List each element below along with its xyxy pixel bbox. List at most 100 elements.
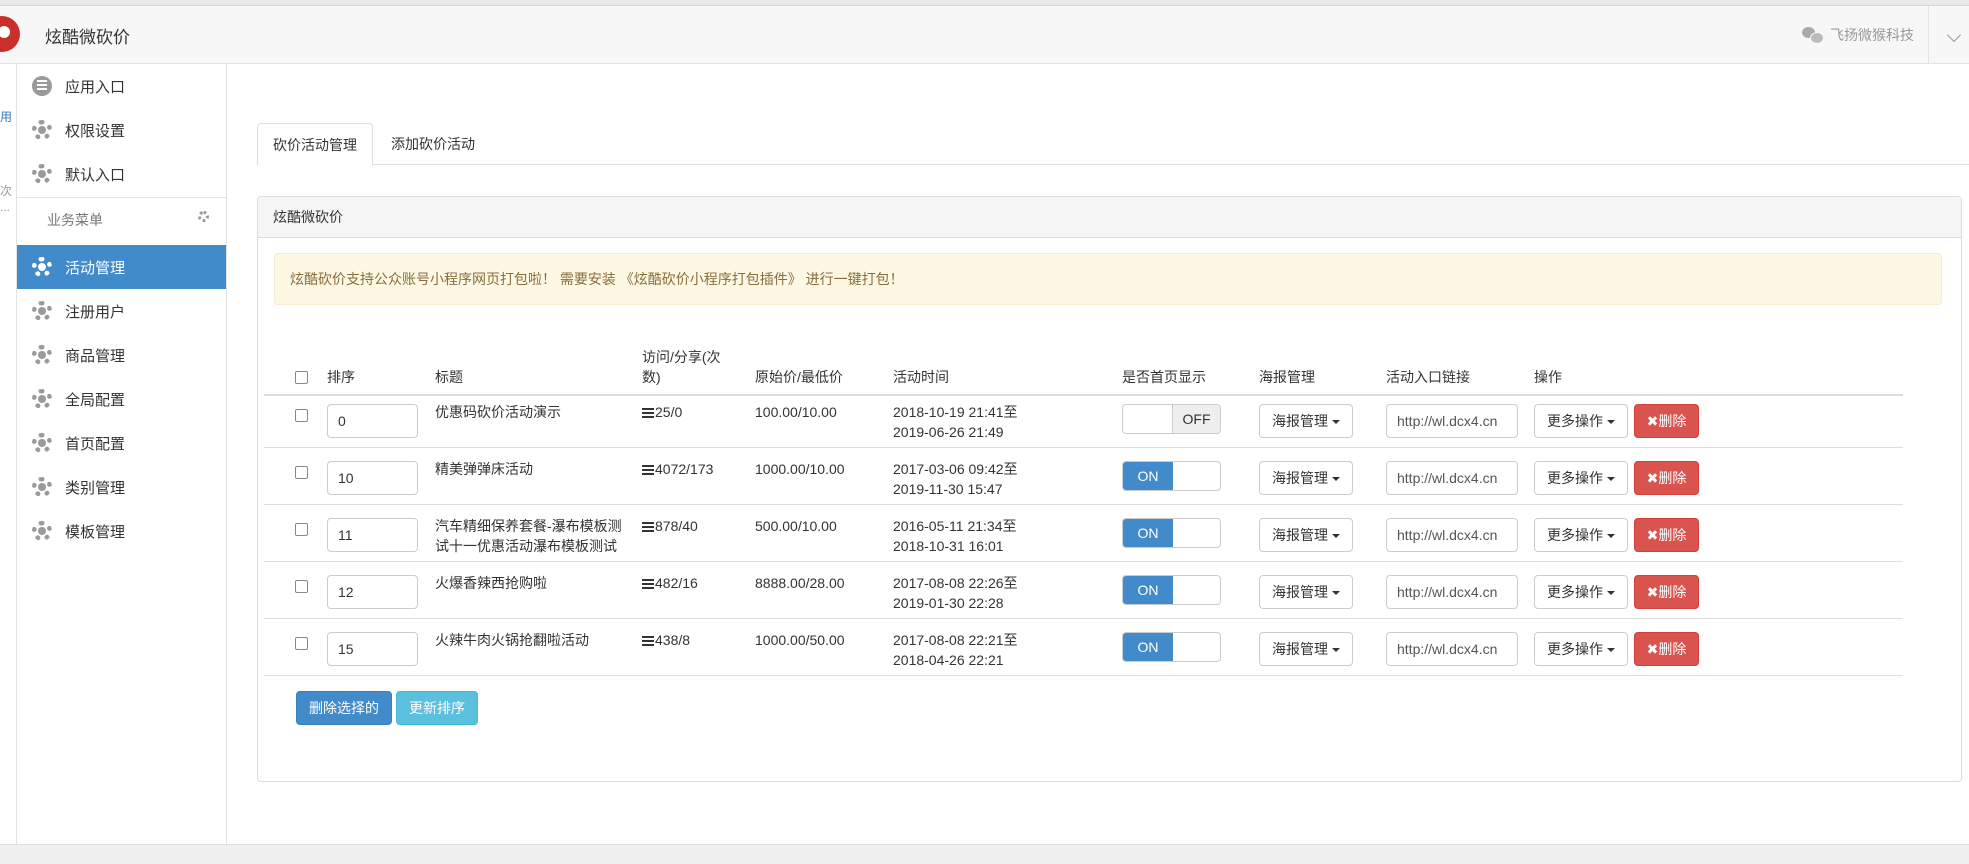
poster-label: 海报管理 <box>1272 584 1328 600</box>
delete-button[interactable]: ✖删除 <box>1634 404 1699 438</box>
col-header-homepage: 是否首页显示 <box>1122 369 1206 385</box>
sidebar-item-label: 默认入口 <box>65 166 126 184</box>
col-header-link: 活动入口链接 <box>1386 369 1470 385</box>
price-range: 1000.00/10.00 <box>755 461 845 477</box>
delete-selected-button[interactable]: 删除选择的 <box>296 691 392 725</box>
sidebar-menu-item[interactable]: 首页配置 <box>17 421 226 465</box>
gear-icon <box>32 389 52 409</box>
entry-link-input[interactable]: http://wl.dcx4.cn <box>1386 575 1518 609</box>
sidebar-menu-item[interactable]: 类别管理 <box>17 465 226 509</box>
edge-text: ... <box>0 200 11 214</box>
visit-share-value: 438/8 <box>655 632 691 648</box>
col-header-visits: 访问/分享(次 <box>642 349 721 365</box>
sidebar-menu-item[interactable]: 全局配置 <box>17 377 226 421</box>
row-divider <box>264 504 1903 505</box>
sort-input[interactable]: 12 <box>327 575 418 609</box>
more-actions-label: 更多操作 <box>1547 527 1603 543</box>
more-actions-button[interactable]: 更多操作 <box>1534 404 1628 438</box>
edge-text: 次 <box>0 184 13 198</box>
row-checkbox[interactable] <box>295 409 308 422</box>
visit-share-count: 25/0 <box>642 402 682 422</box>
entry-link-input[interactable]: http://wl.dcx4.cn <box>1386 404 1518 438</box>
homepage-toggle[interactable]: ON <box>1122 575 1221 605</box>
more-actions-button[interactable]: 更多操作 <box>1534 575 1628 609</box>
col-header-price: 原始价/最低价 <box>755 369 843 385</box>
activity-start: 2018-10-19 21:41至 <box>893 404 1018 420</box>
gear-icon <box>32 257 52 277</box>
row-checkbox[interactable] <box>295 466 308 479</box>
activity-title: 汽车精细保养套餐-瀑布模板测 <box>435 518 622 534</box>
sidebar-top-item[interactable]: 默认入口 <box>17 152 226 196</box>
poster-dropdown-button[interactable]: 海报管理 <box>1259 575 1353 609</box>
menu-settings-gear-icon[interactable] <box>198 211 209 222</box>
poster-dropdown-button[interactable]: 海报管理 <box>1259 518 1353 552</box>
entry-link-input[interactable]: http://wl.dcx4.cn <box>1386 632 1518 666</box>
tab-bargain-management[interactable]: 砍价活动管理 <box>257 123 373 166</box>
activity-title: 优惠码砍价活动演示 <box>435 404 561 420</box>
activity-start: 2017-03-06 09:42至 <box>893 461 1018 477</box>
price-range: 100.00/10.00 <box>755 404 837 420</box>
sidebar-menu-item[interactable]: 注册用户 <box>17 289 226 333</box>
sidebar-item-label: 活动管理 <box>65 259 126 277</box>
sidebar: 应用入口 权限设置 默认入口 业务菜单 活动管理 注册用户 商品管理 全局配置 首页配置 类别管理… <box>17 64 227 844</box>
sort-input[interactable]: 11 <box>327 518 418 552</box>
sort-input[interactable]: 0 <box>327 404 418 438</box>
row-checkbox[interactable] <box>295 580 308 593</box>
visit-share-value: 25/0 <box>655 404 683 420</box>
caret-down-icon <box>1607 534 1615 539</box>
homepage-toggle[interactable]: ON <box>1122 461 1221 491</box>
more-actions-button[interactable]: 更多操作 <box>1534 518 1628 552</box>
more-actions-button[interactable]: 更多操作 <box>1534 632 1628 666</box>
panel-title: 炫酷微砍价 <box>258 197 1961 238</box>
chevron-down-icon[interactable] <box>1946 27 1962 43</box>
delete-button[interactable]: ✖删除 <box>1634 632 1699 666</box>
poster-dropdown-button[interactable]: 海报管理 <box>1259 461 1353 495</box>
sidebar-menu-item[interactable]: 模板管理 <box>17 509 226 553</box>
activity-start: 2016-05-11 21:34至 <box>893 518 1017 534</box>
activity-title: 火爆香辣西抢购啦 <box>435 575 547 591</box>
sidebar-top-item[interactable]: 权限设置 <box>17 108 226 152</box>
sidebar-menu-item[interactable]: 商品管理 <box>17 333 226 377</box>
row-checkbox[interactable] <box>295 637 308 650</box>
caret-down-icon <box>1607 648 1615 653</box>
sidebar-item-label: 权限设置 <box>65 122 126 140</box>
row-divider <box>264 675 1903 676</box>
gear-icon <box>32 477 52 497</box>
delete-button[interactable]: ✖删除 <box>1634 461 1699 495</box>
sort-input[interactable]: 15 <box>327 632 418 666</box>
sort-input[interactable]: 10 <box>327 461 418 495</box>
caret-down-icon <box>1332 648 1340 653</box>
homepage-toggle[interactable]: ON <box>1122 518 1221 548</box>
more-actions-button[interactable]: 更多操作 <box>1534 461 1628 495</box>
visit-share-value: 878/40 <box>655 518 698 534</box>
app-logo <box>0 16 20 52</box>
select-all-checkbox[interactable] <box>295 371 308 384</box>
entry-link-input[interactable]: http://wl.dcx4.cn <box>1386 461 1518 495</box>
activity-start: 2017-08-08 22:26至 <box>893 575 1018 591</box>
activity-end: 2018-10-31 16:01 <box>893 538 1004 554</box>
tab-bar: 砍价活动管理 添加砍价活动 <box>257 123 1969 166</box>
col-header-visits: 数) <box>642 369 661 385</box>
packaging-notice: 炫酷砍价支持公众账号小程序网页打包啦！ 需要安装 《炫酷砍价小程序打包插件》 进… <box>274 253 1942 305</box>
col-header-time: 活动时间 <box>893 369 949 385</box>
sidebar-menu-item[interactable]: 活动管理 <box>17 245 226 289</box>
tab-add-bargain[interactable]: 添加砍价活动 <box>376 123 490 165</box>
homepage-toggle[interactable]: OFF <box>1122 404 1221 434</box>
gear-icon <box>32 301 52 321</box>
toggle-on-label: ON <box>1123 576 1173 604</box>
more-actions-label: 更多操作 <box>1547 641 1603 657</box>
entry-link-input[interactable]: http://wl.dcx4.cn <box>1386 518 1518 552</box>
delete-button[interactable]: ✖删除 <box>1634 575 1699 609</box>
row-checkbox[interactable] <box>295 523 308 536</box>
update-sort-button[interactable]: 更新排序 <box>396 691 478 725</box>
poster-dropdown-button[interactable]: 海报管理 <box>1259 632 1353 666</box>
activity-end: 2019-01-30 22:28 <box>893 595 1004 611</box>
delete-button[interactable]: ✖删除 <box>1634 518 1699 552</box>
activity-panel: 炫酷微砍价 炫酷砍价支持公众账号小程序网页打包啦！ 需要安装 《炫酷砍价小程序打… <box>257 196 1962 782</box>
sidebar-top-item[interactable]: 应用入口 <box>17 64 226 108</box>
poster-label: 海报管理 <box>1272 470 1328 486</box>
poster-label: 海报管理 <box>1272 413 1328 429</box>
homepage-toggle[interactable]: ON <box>1122 632 1221 662</box>
poster-dropdown-button[interactable]: 海报管理 <box>1259 404 1353 438</box>
company-name[interactable]: 飞扬微猴科技 <box>1802 25 1914 45</box>
